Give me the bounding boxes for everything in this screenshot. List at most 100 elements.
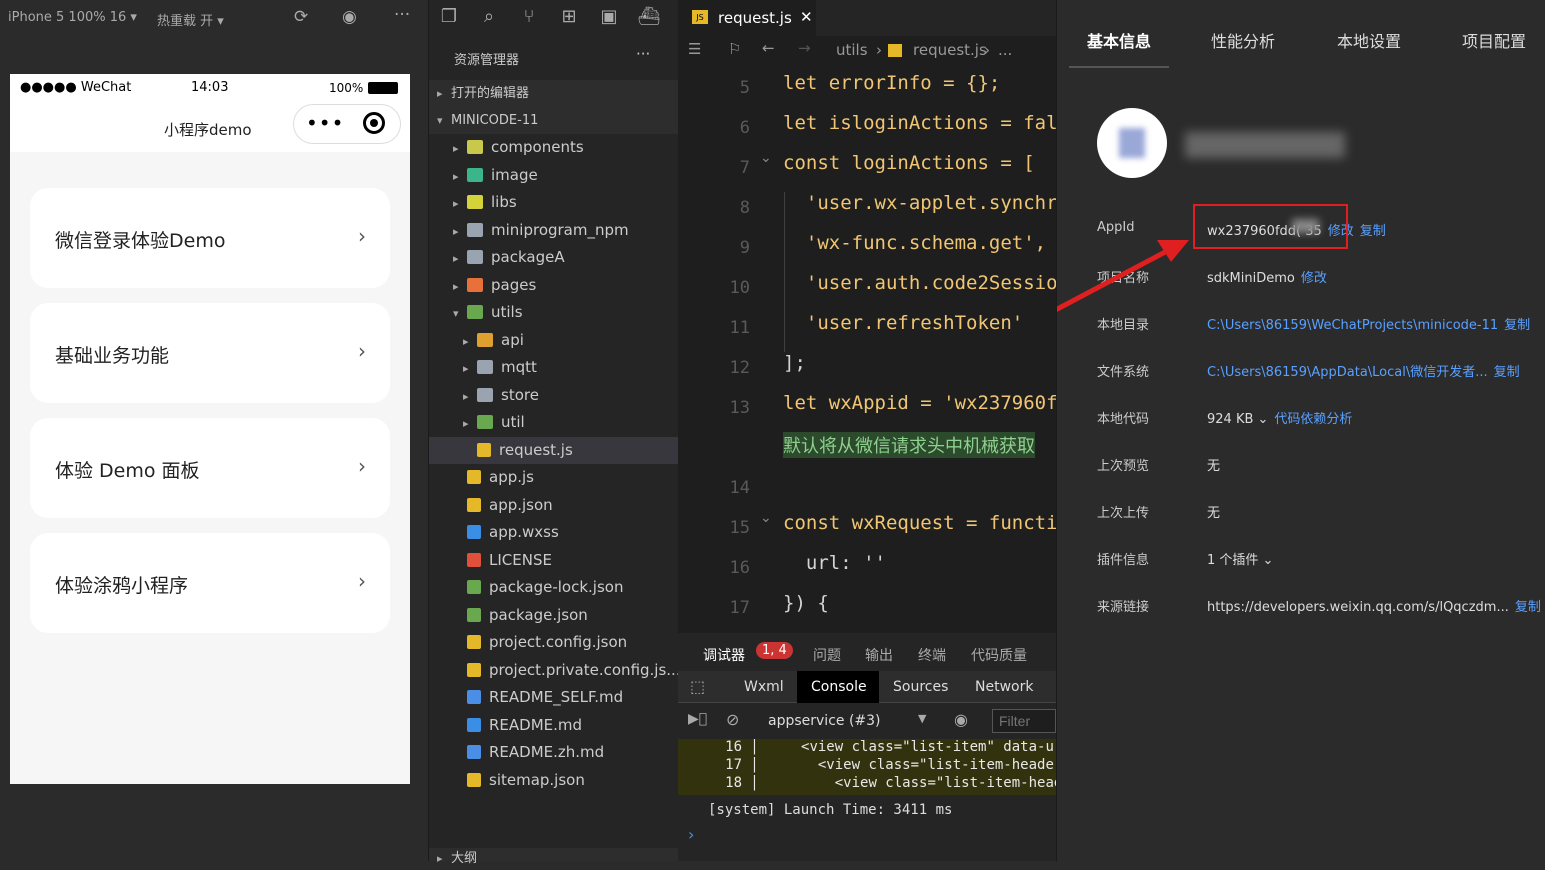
file-tree-item-packagea[interactable]: ▸ packageA bbox=[429, 244, 679, 271]
console-prompt[interactable]: › bbox=[688, 825, 694, 844]
file-tree-item-package-lock-json[interactable]: package-lock.json bbox=[429, 574, 679, 601]
code-line[interactable]: 'user.wx-applet.synchro bbox=[783, 192, 1056, 214]
code-line[interactable]: let isloginActions = fals bbox=[783, 112, 1056, 134]
forward-arrow-icon[interactable]: → bbox=[798, 39, 811, 57]
explorer-title: 资源管理器 bbox=[454, 53, 520, 68]
explorer-panel: ❐ ⌕ ⑂ ⊞ ▣ ⛴ 资源管理器 ··· ▸ 打开的编辑器 ▾ MINICODE-… bbox=[428, 0, 681, 866]
stop-icon[interactable]: ◉ bbox=[342, 7, 357, 27]
refresh-icon[interactable]: ⟳ bbox=[294, 7, 308, 27]
breadcrumb-file[interactable]: request.js bbox=[913, 41, 987, 59]
tab-problems[interactable]: 问题 bbox=[813, 645, 841, 665]
filter-input[interactable] bbox=[992, 709, 1056, 733]
fold-icon[interactable]: ⌄ bbox=[760, 510, 772, 526]
breadcrumb-more[interactable]: ... bbox=[998, 41, 1012, 59]
open-editors-section[interactable]: ▸ 打开的编辑器 bbox=[429, 80, 679, 107]
bookmark-icon[interactable]: ⚐ bbox=[728, 40, 741, 58]
indent-guide bbox=[784, 272, 785, 312]
file-tree-item-libs[interactable]: ▸ libs bbox=[429, 189, 679, 216]
tab-terminal[interactable]: 终端 bbox=[918, 645, 946, 665]
file-tree-item-request-js[interactable]: request.js bbox=[429, 436, 679, 464]
explorer-more-button[interactable]: ··· bbox=[636, 45, 650, 63]
outline-section[interactable]: ▸ 大纲 bbox=[429, 848, 679, 866]
tab-sources[interactable]: Sources bbox=[893, 679, 948, 695]
clear-console-icon[interactable]: ⊘ bbox=[726, 710, 739, 729]
file-tree-item-store[interactable]: ▸ store bbox=[429, 382, 679, 409]
close-capsule-icon[interactable] bbox=[363, 112, 385, 134]
search-icon[interactable]: ⌕ bbox=[477, 6, 501, 30]
docker-icon[interactable]: ⛴ bbox=[637, 6, 661, 30]
chevron-right-icon: › bbox=[358, 224, 366, 248]
page-title: 小程序demo bbox=[164, 121, 252, 139]
file-tree-item-project-config-json[interactable]: project.config.json bbox=[429, 629, 679, 656]
file-tree-item-readme-zh-md[interactable]: README.zh.md bbox=[429, 739, 679, 766]
list-icon[interactable]: ☰ bbox=[688, 40, 701, 58]
storage-icon[interactable]: ▣ bbox=[597, 6, 621, 30]
code-line[interactable]: let errorInfo = {}; bbox=[783, 72, 1000, 94]
eye-icon[interactable]: ◉ bbox=[954, 710, 968, 729]
code-line[interactable]: 'wx-func.schema.get', bbox=[783, 232, 1046, 254]
chevron-icon: ▸ bbox=[453, 197, 459, 210]
code-line[interactable]: let wxAppid = 'wx237960fc bbox=[783, 392, 1056, 414]
project-section[interactable]: ▾ MINICODE-11 bbox=[429, 107, 679, 134]
code-line[interactable]: const loginActions = [ bbox=[783, 152, 1035, 174]
capsule-menu[interactable]: ••• bbox=[293, 104, 401, 144]
tab-wxml[interactable]: Wxml bbox=[744, 679, 784, 695]
file-tree-item-readme-md[interactable]: README.md bbox=[429, 712, 679, 739]
device-selector[interactable]: iPhone 5 100% 16 ▾ bbox=[8, 10, 137, 25]
extensions-icon[interactable]: ⊞ bbox=[557, 6, 581, 30]
card-tuya-miniprogram[interactable]: 体验涂鸦小程序 › bbox=[30, 533, 390, 633]
tab-code-quality[interactable]: 代码质量 bbox=[971, 645, 1027, 665]
code-line[interactable]: }) { bbox=[783, 592, 829, 614]
line-number: 16 bbox=[729, 558, 750, 578]
file-tree-item-pages[interactable]: ▸ pages bbox=[429, 272, 679, 299]
file-tree-item-app-json[interactable]: app.json bbox=[429, 492, 679, 519]
context-selector[interactable]: appservice (#3) bbox=[768, 713, 881, 729]
code-line[interactable]: 'user.auth.code2Session bbox=[783, 272, 1056, 294]
tab-console[interactable]: Console bbox=[797, 671, 879, 703]
file-tree-item-miniprogram-npm[interactable]: ▸ miniprogram_npm bbox=[429, 217, 679, 244]
file-tree-item-utils[interactable]: ▾ utils bbox=[429, 299, 679, 326]
source-control-icon[interactable]: ⑂ bbox=[517, 6, 541, 30]
file-tree-item-readme-self-md[interactable]: README_SELF.md bbox=[429, 684, 679, 711]
json-file-icon bbox=[467, 497, 481, 512]
editor-tab-bar: JS request.js ✕ bbox=[678, 0, 1056, 36]
card-demo-panel[interactable]: 体验 Demo 面板 › bbox=[30, 418, 390, 518]
file-tree-item-license[interactable]: LICENSE bbox=[429, 547, 679, 574]
tab-output[interactable]: 输出 bbox=[865, 645, 893, 665]
sidebar-toggle-icon[interactable]: ▶⃞ bbox=[688, 711, 707, 727]
close-icon[interactable]: ✕ bbox=[800, 8, 813, 26]
more-icon[interactable]: ··· bbox=[394, 5, 410, 25]
file-tree-item-util[interactable]: ▸ util bbox=[429, 409, 679, 436]
card-basic-business[interactable]: 基础业务功能 › bbox=[30, 303, 390, 403]
code-line[interactable]: ]; bbox=[783, 352, 806, 374]
system-log: [system] Launch Time: 3411 ms bbox=[708, 802, 953, 818]
file-tree-item-project-private-config-js-[interactable]: project.private.config.js... bbox=[429, 657, 681, 684]
code-line[interactable]: const wxRequest = functio bbox=[783, 512, 1056, 534]
fold-icon[interactable]: ⌄ bbox=[760, 150, 772, 166]
more-dots-icon[interactable]: ••• bbox=[306, 111, 344, 135]
file-tree-item-components[interactable]: ▸ components bbox=[429, 134, 679, 161]
card-wechat-login[interactable]: 微信登录体验Demo › bbox=[30, 188, 390, 288]
file-tree-item-api[interactable]: ▸ api bbox=[429, 327, 679, 354]
code-line[interactable]: 默认将从微信请求头中机械获取 bbox=[783, 432, 1035, 458]
file-tree-item-app-js[interactable]: app.js bbox=[429, 464, 679, 491]
file-tree-item-image[interactable]: ▸ image bbox=[429, 162, 679, 189]
file-tree-label: app.wxss bbox=[489, 523, 559, 541]
battery-icon bbox=[368, 82, 398, 94]
breadcrumb-folder[interactable]: utils bbox=[836, 41, 868, 59]
file-tree-item-mqtt[interactable]: ▸ mqtt bbox=[429, 354, 679, 381]
tab-network[interactable]: Network bbox=[975, 679, 1033, 695]
js-file-icon bbox=[477, 442, 491, 457]
tab-debugger[interactable]: 调试器 bbox=[703, 645, 745, 665]
editor-tab-request-js[interactable]: JS request.js ✕ bbox=[678, 0, 816, 36]
file-tree-item-sitemap-json[interactable]: sitemap.json bbox=[429, 767, 679, 794]
code-line[interactable]: 'user.refreshToken' bbox=[783, 312, 1023, 334]
file-tree-item-app-wxss[interactable]: app.wxss bbox=[429, 519, 679, 546]
files-icon[interactable]: ❐ bbox=[437, 6, 461, 30]
file-tree-item-package-json[interactable]: package.json bbox=[429, 602, 679, 629]
back-arrow-icon[interactable]: ← bbox=[762, 39, 775, 57]
inspect-icon[interactable]: ⬚ bbox=[690, 677, 705, 696]
hot-reload-toggle[interactable]: 热重载 开 ▾ bbox=[157, 10, 224, 29]
code-line[interactable]: url: '' bbox=[783, 552, 886, 574]
chevron-down-icon[interactable]: ▼ bbox=[918, 712, 926, 725]
